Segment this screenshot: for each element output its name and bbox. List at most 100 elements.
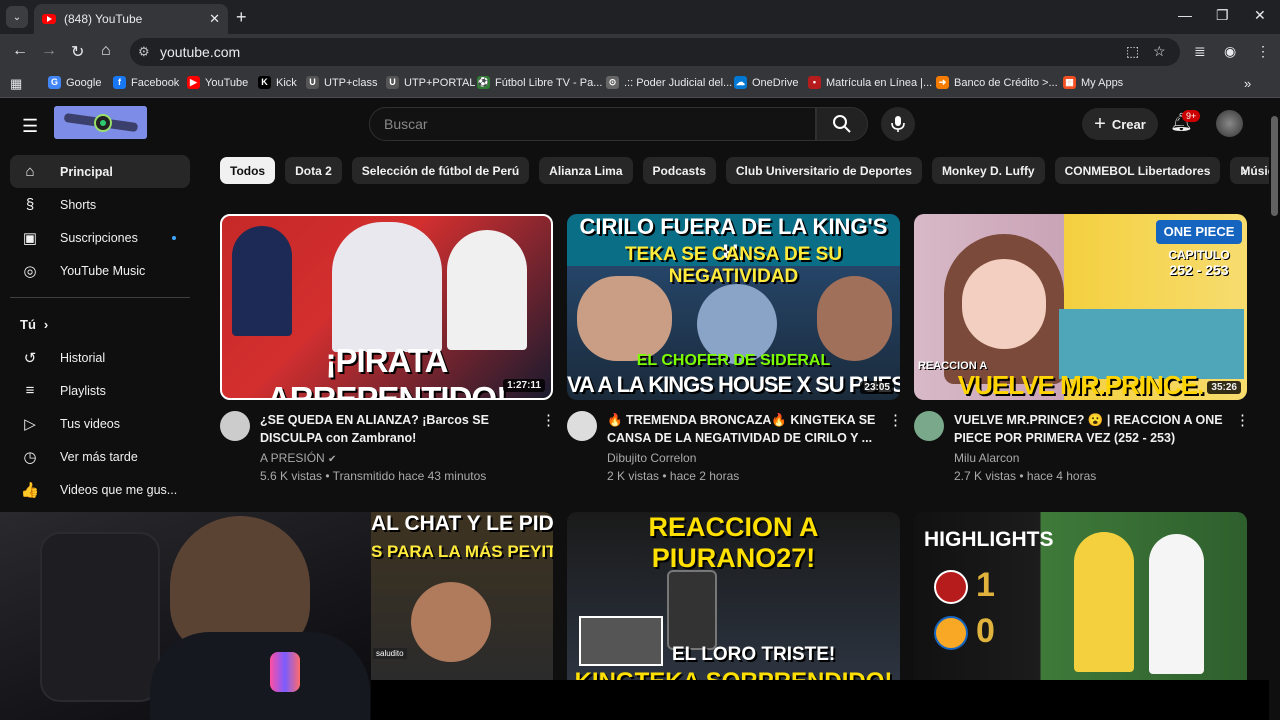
filter-chip[interactable]: Monkey D. Luffy (931, 157, 1045, 184)
bookmark-item[interactable]: ⊙ .:: Poder Judicial del... (606, 76, 732, 89)
inset-screenshot (579, 616, 663, 666)
sidebar-you-header[interactable]: Tú › (10, 308, 190, 341)
utp-icon: U (386, 76, 399, 89)
apps-grid-icon[interactable]: ▦ (10, 76, 22, 92)
liked-icon: 👍 (20, 481, 40, 499)
site-info-icon[interactable]: ⚙ (138, 44, 150, 60)
sidebar-item-label: Videos que me gus... (60, 482, 178, 497)
back-icon[interactable]: ← (12, 42, 28, 60)
bookmark-item[interactable]: ▦ My Apps (1063, 76, 1123, 89)
bookmark-item[interactable]: ➜ Banco de Crédito >... (936, 76, 1058, 89)
subscriptions-icon: ▣ (22, 229, 38, 247)
video-title[interactable]: 🔥 TREMENDA BRONCAZA🔥 KINGTEKA SE CANSA D… (607, 411, 877, 447)
person-face (962, 259, 1046, 349)
sidebar-item-suscripciones[interactable]: ▣ Suscripciones (10, 221, 190, 254)
video-thumbnail-5[interactable]: REACCION A PIURANO27! EL LORO TRISTE! KI… (567, 512, 900, 680)
google-icon: G (48, 76, 61, 89)
bookmark-item[interactable]: ☁ OneDrive (734, 76, 798, 89)
video-thumbnail-3[interactable]: ONE PIECE CAPITULO 252 - 253 REACCION A … (914, 214, 1247, 400)
bookmark-item[interactable]: • Matrícula en Línea |... (808, 76, 932, 89)
onedrive-icon: ☁ (734, 76, 747, 89)
video-thumbnail-1[interactable]: ¡PIRATA ARREPENTIDO! 1:27:11 (220, 214, 553, 400)
sidebar-item-historial[interactable]: ↺ Historial (10, 341, 190, 374)
minimize-icon[interactable]: — (1178, 7, 1192, 23)
search-button[interactable] (816, 107, 868, 141)
bookmark-item[interactable]: f Facebook (113, 76, 179, 89)
watch-later-icon: ◷ (23, 448, 37, 466)
more-bookmarks-icon[interactable]: » (1244, 76, 1251, 91)
bookmark-label: UTP+PORTAL (404, 76, 476, 89)
reload-icon[interactable]: ↻ (71, 42, 84, 62)
phone-figure (667, 570, 717, 650)
thumbnail-text: ¡PIRATA ARREPENTIDO! (266, 342, 507, 400)
video-thumbnail-2[interactable]: CIRILO FUERA DE LA KING'S H. TEKA SE CAN… (567, 214, 900, 400)
youtube-doodle-logo[interactable] (54, 106, 147, 139)
filter-chip[interactable]: CONMEBOL Libertadores (1054, 157, 1221, 184)
new-tab-button[interactable]: + (236, 7, 247, 28)
bookmark-item[interactable]: G Google (48, 76, 101, 89)
maximize-icon[interactable]: ❐ (1216, 7, 1229, 24)
search-input[interactable]: Buscar (369, 107, 816, 141)
profile-icon[interactable]: ◉ (1224, 43, 1236, 60)
home-icon[interactable]: ⌂ (101, 42, 111, 60)
highlights-title: HIGHLIGHTS (924, 528, 1054, 551)
channel-avatar[interactable] (567, 411, 597, 441)
bookmark-item[interactable]: K Kick (258, 76, 297, 89)
page-scrollbar[interactable] (1269, 98, 1280, 678)
video-thumbnail-4[interactable]: AL CHAT Y LE PIDE S PARA LA MÁS PEYITA s… (371, 512, 553, 680)
bookmark-star-icon[interactable]: ☆ (1153, 43, 1166, 60)
tab-list-button[interactable]: ⌄ (6, 6, 28, 28)
scrollbar-thumb[interactable] (1271, 116, 1278, 216)
filter-chip[interactable]: Selección de fútbol de Perú (351, 157, 530, 184)
guide-menu-icon[interactable]: ☰ (22, 116, 38, 137)
notification-count-badge: 9+ (1182, 110, 1201, 122)
video-title[interactable]: ¿SE QUEDA EN ALIANZA? ¡Barcos SE DISCULP… (260, 411, 540, 447)
playlists-icon: ≡ (25, 382, 35, 399)
video-thumbnail-6[interactable]: HIGHLIGHTS 1 0 (914, 512, 1247, 680)
browser-tab[interactable]: (848) YouTube ✕ (34, 4, 228, 34)
forward-icon[interactable]: → (41, 42, 57, 60)
sidebar-item-playlists[interactable]: ≡ Playlists (10, 374, 190, 407)
video-menu-icon[interactable]: ⋮ (541, 411, 556, 429)
bookmark-item[interactable]: U UTP+class (306, 76, 378, 89)
voice-search-button[interactable] (881, 107, 915, 141)
address-bar[interactable]: ⚙ youtube.com (130, 38, 1180, 66)
video-menu-icon[interactable]: ⋮ (888, 411, 903, 429)
install-app-icon[interactable]: ⬚ (1126, 43, 1139, 60)
channel-name[interactable]: A PRESIÓN ✔ (260, 449, 336, 469)
close-tab-icon[interactable]: ✕ (209, 11, 220, 27)
score-home: 1 (976, 566, 995, 604)
media-controls-icon[interactable]: ≣ (1194, 43, 1206, 60)
sidebar-item-shorts[interactable]: § Shorts (10, 188, 190, 221)
bookmark-item[interactable]: U UTP+PORTAL (386, 76, 475, 89)
sidebar-item-ver-m-s-tarde[interactable]: ◷ Ver más tarde (10, 440, 190, 473)
sidebar-item-youtube-music[interactable]: ◎ YouTube Music (10, 254, 190, 287)
music-icon: ◎ (23, 262, 37, 280)
sidebar-item-principal[interactable]: ⌂ Principal (10, 155, 190, 188)
channel-avatar[interactable] (914, 411, 944, 441)
bookmark-item[interactable]: ▶ YouTube (187, 76, 248, 89)
search-icon (833, 115, 851, 133)
video-title[interactable]: VUELVE MR.PRINCE? 😮 | REACCION A ONE PIE… (954, 411, 1229, 447)
account-avatar[interactable] (1216, 110, 1243, 137)
channel-name[interactable]: Dibujito Correlon (607, 449, 696, 467)
close-window-icon[interactable]: ✕ (1254, 7, 1266, 24)
channel-avatar[interactable] (220, 411, 250, 441)
menu-icon[interactable]: ⋮ (1256, 43, 1270, 60)
filter-chip[interactable]: Dota 2 (285, 157, 342, 184)
filter-chip[interactable]: Todos (220, 157, 276, 184)
sidebar-item-tus-videos[interactable]: ▷ Tus videos (10, 407, 190, 440)
chips-next-arrow-icon[interactable]: › (1230, 157, 1258, 184)
person-figure (577, 276, 672, 361)
filter-chip[interactable]: Podcasts (642, 157, 716, 184)
create-button[interactable]: + Crear (1082, 108, 1158, 140)
bookmark-label: Facebook (131, 76, 180, 89)
filter-chip[interactable]: Club Universitario de Deportes (725, 157, 922, 184)
video-menu-icon[interactable]: ⋮ (1235, 411, 1250, 429)
microphone-icon (891, 116, 905, 132)
player-figure (332, 222, 442, 352)
sidebar-item-videos-que-me-gus[interactable]: 👍 Videos que me gus... (10, 473, 190, 506)
filter-chip[interactable]: Alianza Lima (539, 157, 633, 184)
channel-name[interactable]: Milu Alarcon (954, 449, 1019, 467)
bookmark-item[interactable]: ⚽ Fútbol Libre TV - Pa... (477, 76, 602, 89)
